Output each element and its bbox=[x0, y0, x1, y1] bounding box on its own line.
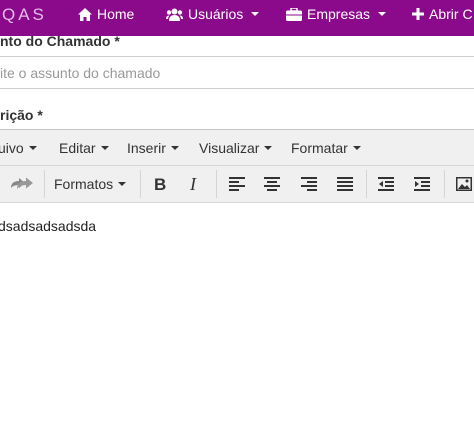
align-justify-icon bbox=[337, 177, 353, 191]
menu-arquivo[interactable]: uivo bbox=[0, 140, 37, 156]
chevron-down-icon bbox=[251, 12, 260, 16]
briefcase-icon bbox=[286, 7, 302, 21]
nav-home-label: Home bbox=[97, 6, 135, 22]
insert-image-button[interactable] bbox=[453, 172, 474, 196]
toolbar-separator bbox=[44, 170, 45, 198]
plus-icon bbox=[412, 8, 424, 20]
toolbar-separator bbox=[444, 170, 445, 198]
subject-label: nto do Chamado * bbox=[0, 33, 120, 49]
italic-button[interactable]: I bbox=[183, 172, 207, 196]
editor-toolbar: Formatos B I bbox=[0, 166, 474, 203]
svg-text:B: B bbox=[154, 176, 166, 192]
bold-icon: B bbox=[154, 176, 166, 192]
nav-empresas-dropdown[interactable]: Empresas bbox=[286, 5, 387, 23]
outdent-button[interactable] bbox=[375, 172, 397, 196]
indent-icon bbox=[414, 177, 430, 191]
chevron-down-icon bbox=[170, 146, 179, 150]
chevron-down-icon bbox=[28, 146, 37, 150]
align-center-icon bbox=[264, 177, 280, 191]
image-icon bbox=[456, 177, 472, 191]
toolbar-separator bbox=[366, 170, 367, 198]
outdent-icon bbox=[378, 177, 394, 191]
chevron-down-icon bbox=[378, 12, 387, 16]
menu-arquivo-label: uivo bbox=[0, 140, 24, 156]
align-left-icon bbox=[229, 177, 245, 191]
nav-usuarios-label: Usuários bbox=[188, 6, 244, 22]
redo-button[interactable] bbox=[13, 172, 37, 196]
brand-logo-text[interactable]: QAS bbox=[2, 5, 47, 25]
menu-editar-label: Editar bbox=[59, 140, 96, 156]
editor-content-text: dsadsadsadsda bbox=[0, 218, 97, 234]
toolbar-separator bbox=[216, 170, 217, 198]
home-icon bbox=[78, 7, 92, 21]
nav-abrir-label: Abrir C bbox=[429, 6, 473, 22]
menu-formatar-label: Formatar bbox=[291, 140, 348, 156]
chevron-down-icon bbox=[118, 182, 127, 186]
chevron-down-icon bbox=[264, 146, 273, 150]
nav-home[interactable]: Home bbox=[78, 5, 134, 23]
menu-formatar[interactable]: Formatar bbox=[291, 140, 361, 156]
svg-text:I: I bbox=[189, 176, 197, 192]
subject-input[interactable] bbox=[0, 57, 474, 88]
indent-button[interactable] bbox=[411, 172, 433, 196]
top-navbar: QAS Home Usuários Empresas Abrir C bbox=[0, 0, 474, 36]
nav-usuarios-dropdown[interactable]: Usuários bbox=[166, 5, 260, 23]
redo-icon bbox=[17, 177, 33, 189]
editor-content-area[interactable]: dsadsadsadsda bbox=[0, 204, 474, 439]
italic-icon: I bbox=[189, 176, 197, 192]
subject-field-wrapper bbox=[0, 56, 474, 89]
align-left-button[interactable] bbox=[226, 172, 248, 196]
formats-dropdown[interactable]: Formatos bbox=[54, 172, 130, 196]
menu-inserir-label: Inserir bbox=[127, 140, 166, 156]
nav-empresas-label: Empresas bbox=[307, 6, 371, 22]
toolbar-separator bbox=[140, 170, 141, 198]
align-center-button[interactable] bbox=[261, 172, 283, 196]
menu-inserir[interactable]: Inserir bbox=[127, 140, 179, 156]
chevron-down-icon bbox=[352, 146, 361, 150]
users-icon bbox=[166, 8, 183, 21]
bold-button[interactable]: B bbox=[148, 172, 172, 196]
editor-menubar: uivo Editar Inserir Visualizar Formatar bbox=[0, 130, 474, 166]
formats-label: Formatos bbox=[54, 176, 114, 192]
align-right-icon bbox=[301, 177, 317, 191]
description-label: rição * bbox=[0, 107, 43, 123]
chevron-down-icon bbox=[100, 146, 109, 150]
nav-abrir-chamado[interactable]: Abrir C bbox=[412, 5, 473, 23]
rich-text-editor: uivo Editar Inserir Visualizar Formatar bbox=[0, 129, 474, 439]
menu-visualizar[interactable]: Visualizar bbox=[199, 140, 273, 156]
menu-visualizar-label: Visualizar bbox=[199, 140, 260, 156]
align-right-button[interactable] bbox=[298, 172, 320, 196]
menu-editar[interactable]: Editar bbox=[59, 140, 109, 156]
align-justify-button[interactable] bbox=[334, 172, 356, 196]
